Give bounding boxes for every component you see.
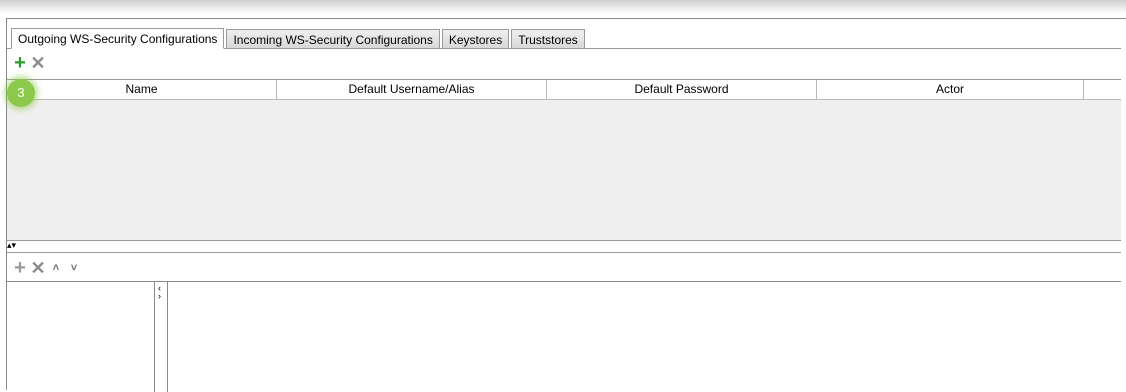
window-top-shadow bbox=[0, 0, 1126, 14]
tab-keystores[interactable]: Keystores bbox=[441, 29, 510, 49]
entry-toolbar: + ✕ ˄ ˅ bbox=[11, 258, 83, 278]
step-number-badge: 3 bbox=[7, 79, 35, 107]
entry-list-panel[interactable] bbox=[7, 282, 155, 392]
column-header-default-password[interactable]: Default Password bbox=[547, 80, 817, 99]
tab-bar: Outgoing WS-Security Configurations Inco… bbox=[11, 28, 587, 49]
ws-security-panel: Outgoing WS-Security Configurations Inco… bbox=[6, 18, 1126, 392]
column-header-filler bbox=[1084, 80, 1121, 99]
tab-truststores[interactable]: Truststores bbox=[511, 29, 585, 49]
table-header: Name Default Username/Alias Default Pass… bbox=[7, 80, 1121, 100]
tab-incoming-ws-security[interactable]: Incoming WS-Security Configurations bbox=[226, 29, 440, 49]
collapse-right-icon[interactable]: › bbox=[158, 292, 161, 301]
configurations-table[interactable]: Name Default Username/Alias Default Pass… bbox=[7, 79, 1121, 241]
move-up-icon[interactable]: ˄ bbox=[47, 259, 65, 277]
remove-entry-icon[interactable]: ✕ bbox=[29, 259, 47, 277]
splitter-arrows-icon[interactable]: ▴▾ bbox=[7, 241, 16, 250]
column-header-actor[interactable]: Actor bbox=[817, 80, 1084, 99]
move-down-icon[interactable]: ˅ bbox=[65, 259, 83, 277]
entry-detail-panel[interactable] bbox=[167, 282, 1121, 392]
column-header-default-username-alias[interactable]: Default Username/Alias bbox=[277, 80, 547, 99]
column-header-name[interactable]: Name bbox=[7, 80, 277, 99]
add-configuration-icon[interactable]: + bbox=[11, 53, 29, 73]
entry-detail-area: ‹ › bbox=[7, 281, 1121, 392]
collapse-toggle[interactable]: ‹ › bbox=[158, 284, 161, 301]
splitter-divider[interactable] bbox=[7, 252, 1121, 253]
tab-outgoing-ws-security[interactable]: Outgoing WS-Security Configurations bbox=[11, 28, 225, 49]
config-toolbar: + ✕ bbox=[11, 53, 47, 73]
remove-configuration-icon[interactable]: ✕ bbox=[29, 54, 47, 72]
add-entry-icon[interactable]: + bbox=[11, 258, 29, 278]
